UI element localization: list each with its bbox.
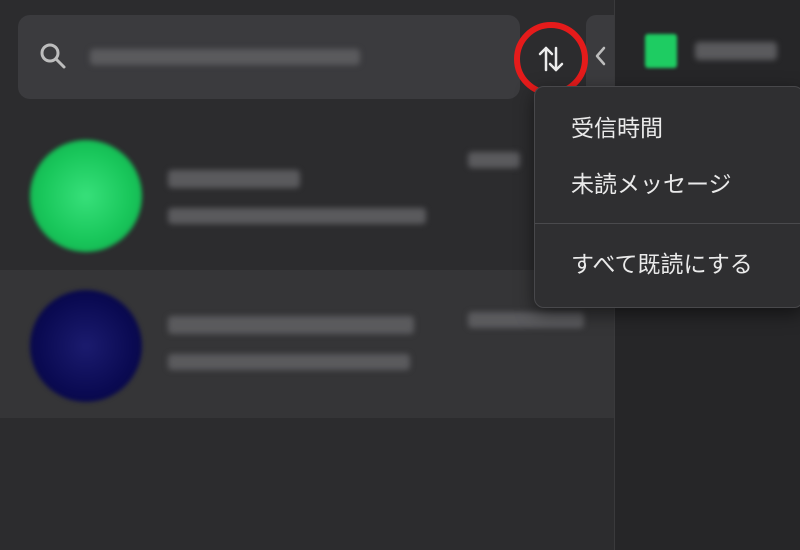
menu-item-mark-all-read[interactable]: すべて既読にする bbox=[535, 237, 800, 293]
chat-list-item[interactable] bbox=[0, 120, 614, 268]
chat-name-blurred bbox=[168, 170, 300, 188]
menu-divider bbox=[535, 223, 800, 224]
menu-item-sort-by-unread[interactable]: 未読メッセージ bbox=[535, 157, 800, 213]
chat-time-blurred bbox=[468, 312, 584, 328]
sort-arrows-icon bbox=[538, 46, 564, 72]
chat-name-blurred bbox=[168, 316, 414, 334]
chat-preview-blurred bbox=[168, 354, 410, 370]
chevron-left-icon bbox=[595, 46, 606, 66]
chat-time-blurred bbox=[468, 152, 520, 168]
avatar bbox=[30, 140, 142, 252]
search-blurred-text bbox=[90, 49, 360, 65]
chat-list-item[interactable] bbox=[0, 270, 614, 418]
chat-title-blurred bbox=[695, 42, 777, 60]
sort-button[interactable] bbox=[514, 22, 588, 96]
search-box[interactable] bbox=[18, 15, 520, 99]
sort-menu: 受信時間 未読メッセージ すべて既読にする bbox=[534, 86, 800, 308]
chat-avatar bbox=[645, 34, 677, 68]
chat-preview-blurred bbox=[168, 208, 426, 224]
search-icon bbox=[40, 43, 66, 69]
menu-item-sort-by-received-time[interactable]: 受信時間 bbox=[535, 101, 800, 157]
avatar bbox=[30, 290, 142, 402]
